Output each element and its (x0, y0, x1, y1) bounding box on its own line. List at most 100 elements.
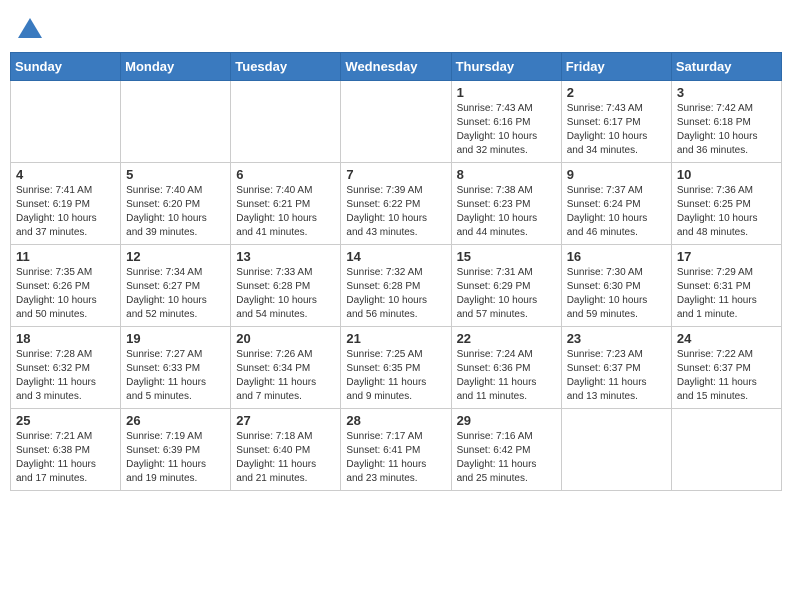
calendar-week-row: 18Sunrise: 7:28 AM Sunset: 6:32 PM Dayli… (11, 327, 782, 409)
day-info: Sunrise: 7:39 AM Sunset: 6:22 PM Dayligh… (346, 184, 445, 240)
day-info: Sunrise: 7:37 AM Sunset: 6:24 PM Dayligh… (567, 184, 666, 240)
day-info: Sunrise: 7:40 AM Sunset: 6:20 PM Dayligh… (126, 184, 225, 240)
calendar-cell (231, 81, 341, 163)
day-number: 20 (236, 331, 335, 346)
logo (14, 16, 44, 44)
day-number: 9 (567, 167, 666, 182)
calendar-cell: 29 Sunrise: 7:16 AM Sunset: 6:42 PM Dayli… (451, 409, 561, 491)
day-info: Sunrise: 7:43 AM Sunset: 6:16 PM Dayligh… (457, 102, 556, 158)
day-info: Sunrise: 7:24 AM Sunset: 6:36 PM Dayligh… (457, 348, 556, 404)
day-info: Sunrise: 7:19 AM Sunset: 6:39 PM Dayligh… (126, 430, 225, 486)
day-of-week-header: Monday (121, 53, 231, 81)
day-number: 26 (126, 413, 225, 428)
day-info: Sunrise: 7:16 AM Sunset: 6:42 PM Dayligh… (457, 430, 556, 486)
day-info: Sunrise: 7:25 AM Sunset: 6:35 PM Dayligh… (346, 348, 445, 404)
day-number: 10 (677, 167, 776, 182)
calendar-cell: 14 Sunrise: 7:32 AM Sunset: 6:28 PM Dayli… (341, 245, 451, 327)
day-number: 29 (457, 413, 556, 428)
day-number: 2 (567, 85, 666, 100)
day-of-week-header: Sunday (11, 53, 121, 81)
calendar-cell: 6Sunrise: 7:40 AM Sunset: 6:21 PM Daylig… (231, 163, 341, 245)
day-number: 13 (236, 249, 335, 264)
day-of-week-header: Tuesday (231, 53, 341, 81)
day-number: 23 (567, 331, 666, 346)
calendar-cell: 18Sunrise: 7:28 AM Sunset: 6:32 PM Dayli… (11, 327, 121, 409)
day-number: 4 (16, 167, 115, 182)
day-info: Sunrise: 7:18 AM Sunset: 6:40 PM Dayligh… (236, 430, 335, 486)
day-number: 28 (346, 413, 445, 428)
day-number: 17 (677, 249, 776, 264)
day-info: Sunrise: 7:32 AM Sunset: 6:28 PM Dayligh… (346, 266, 445, 322)
day-info: Sunrise: 7:27 AM Sunset: 6:33 PM Dayligh… (126, 348, 225, 404)
day-info: Sunrise: 7:43 AM Sunset: 6:17 PM Dayligh… (567, 102, 666, 158)
calendar-cell (671, 409, 781, 491)
calendar-cell: 19Sunrise: 7:27 AM Sunset: 6:33 PM Dayli… (121, 327, 231, 409)
calendar-cell: 5 Sunrise: 7:40 AM Sunset: 6:20 PM Daylig… (121, 163, 231, 245)
day-info: Sunrise: 7:31 AM Sunset: 6:29 PM Dayligh… (457, 266, 556, 322)
calendar-cell (121, 81, 231, 163)
calendar-cell (11, 81, 121, 163)
calendar-cell (561, 409, 671, 491)
calendar-cell: 22 Sunrise: 7:24 AM Sunset: 6:36 PM Dayli… (451, 327, 561, 409)
day-of-week-header: Saturday (671, 53, 781, 81)
day-number: 15 (457, 249, 556, 264)
calendar-cell: 9 Sunrise: 7:37 AM Sunset: 6:24 PM Daylig… (561, 163, 671, 245)
day-info: Sunrise: 7:38 AM Sunset: 6:23 PM Dayligh… (457, 184, 556, 240)
calendar-cell: 1 Sunrise: 7:43 AM Sunset: 6:16 PM Daylig… (451, 81, 561, 163)
day-info: Sunrise: 7:17 AM Sunset: 6:41 PM Dayligh… (346, 430, 445, 486)
day-info: Sunrise: 7:35 AM Sunset: 6:26 PM Dayligh… (16, 266, 115, 322)
calendar-cell: 10 Sunrise: 7:36 AM Sunset: 6:25 PM Dayli… (671, 163, 781, 245)
calendar-cell: 20 Sunrise: 7:26 AM Sunset: 6:34 PM Dayli… (231, 327, 341, 409)
calendar-cell: 13 Sunrise: 7:33 AM Sunset: 6:28 PM Dayli… (231, 245, 341, 327)
calendar-cell: 12Sunrise: 7:34 AM Sunset: 6:27 PM Dayli… (121, 245, 231, 327)
calendar-cell: 15 Sunrise: 7:31 AM Sunset: 6:29 PM Dayli… (451, 245, 561, 327)
calendar-week-row: 11 Sunrise: 7:35 AM Sunset: 6:26 PM Dayli… (11, 245, 782, 327)
day-info: Sunrise: 7:29 AM Sunset: 6:31 PM Dayligh… (677, 266, 776, 322)
day-number: 14 (346, 249, 445, 264)
day-number: 16 (567, 249, 666, 264)
day-number: 24 (677, 331, 776, 346)
calendar-cell: 25Sunrise: 7:21 AM Sunset: 6:38 PM Dayli… (11, 409, 121, 491)
calendar-cell: 16 Sunrise: 7:30 AM Sunset: 6:30 PM Dayli… (561, 245, 671, 327)
calendar-cell: 24 Sunrise: 7:22 AM Sunset: 6:37 PM Dayli… (671, 327, 781, 409)
day-info: Sunrise: 7:26 AM Sunset: 6:34 PM Dayligh… (236, 348, 335, 404)
day-info: Sunrise: 7:30 AM Sunset: 6:30 PM Dayligh… (567, 266, 666, 322)
day-number: 21 (346, 331, 445, 346)
calendar-cell: 17 Sunrise: 7:29 AM Sunset: 6:31 PM Dayli… (671, 245, 781, 327)
calendar-cell: 2 Sunrise: 7:43 AM Sunset: 6:17 PM Daylig… (561, 81, 671, 163)
calendar-cell: 7 Sunrise: 7:39 AM Sunset: 6:22 PM Daylig… (341, 163, 451, 245)
calendar-week-row: 1 Sunrise: 7:43 AM Sunset: 6:16 PM Daylig… (11, 81, 782, 163)
day-number: 3 (677, 85, 776, 100)
page-header (10, 10, 782, 44)
calendar-week-row: 25Sunrise: 7:21 AM Sunset: 6:38 PM Dayli… (11, 409, 782, 491)
logo-icon (16, 16, 44, 44)
calendar-cell: 8 Sunrise: 7:38 AM Sunset: 6:23 PM Daylig… (451, 163, 561, 245)
day-number: 27 (236, 413, 335, 428)
day-number: 22 (457, 331, 556, 346)
day-info: Sunrise: 7:41 AM Sunset: 6:19 PM Dayligh… (16, 184, 115, 240)
calendar-cell (341, 81, 451, 163)
day-info: Sunrise: 7:42 AM Sunset: 6:18 PM Dayligh… (677, 102, 776, 158)
day-number: 1 (457, 85, 556, 100)
calendar-cell: 11 Sunrise: 7:35 AM Sunset: 6:26 PM Dayli… (11, 245, 121, 327)
calendar-week-row: 4 Sunrise: 7:41 AM Sunset: 6:19 PM Daylig… (11, 163, 782, 245)
calendar-cell: 28 Sunrise: 7:17 AM Sunset: 6:41 PM Dayli… (341, 409, 451, 491)
calendar-cell: 23 Sunrise: 7:23 AM Sunset: 6:37 PM Dayli… (561, 327, 671, 409)
calendar-cell: 27 Sunrise: 7:18 AM Sunset: 6:40 PM Dayli… (231, 409, 341, 491)
day-number: 11 (16, 249, 115, 264)
day-number: 25 (16, 413, 115, 428)
day-number: 6 (236, 167, 335, 182)
calendar-cell: 21 Sunrise: 7:25 AM Sunset: 6:35 PM Dayli… (341, 327, 451, 409)
day-info: Sunrise: 7:23 AM Sunset: 6:37 PM Dayligh… (567, 348, 666, 404)
calendar-table: SundayMondayTuesdayWednesdayThursdayFrid… (10, 52, 782, 491)
day-info: Sunrise: 7:36 AM Sunset: 6:25 PM Dayligh… (677, 184, 776, 240)
day-info: Sunrise: 7:22 AM Sunset: 6:37 PM Dayligh… (677, 348, 776, 404)
day-of-week-header: Wednesday (341, 53, 451, 81)
day-info: Sunrise: 7:34 AM Sunset: 6:27 PM Dayligh… (126, 266, 225, 322)
day-number: 8 (457, 167, 556, 182)
day-of-week-header: Thursday (451, 53, 561, 81)
day-info: Sunrise: 7:33 AM Sunset: 6:28 PM Dayligh… (236, 266, 335, 322)
day-number: 7 (346, 167, 445, 182)
day-of-week-header: Friday (561, 53, 671, 81)
day-number: 5 (126, 167, 225, 182)
